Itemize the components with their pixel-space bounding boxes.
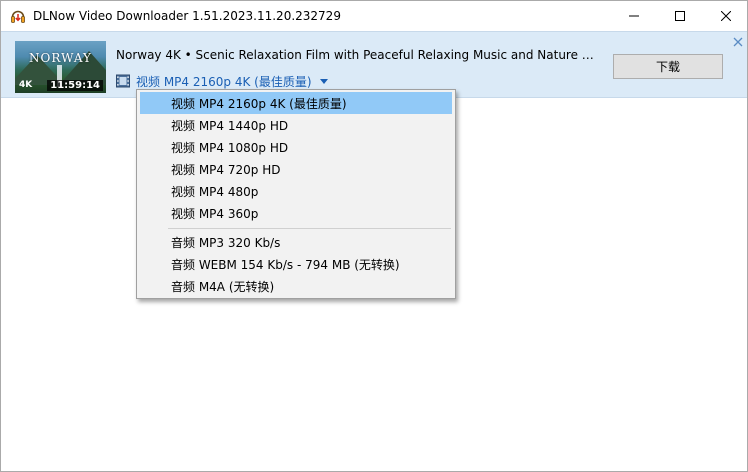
menu-item-video-2160p[interactable]: 视频 MP4 2160p 4K (最佳质量): [140, 92, 452, 114]
minimize-icon: [629, 15, 639, 17]
download-item: NORWAY 4K 11:59:14 Norway 4K • Scenic Re…: [1, 31, 747, 98]
close-icon: [721, 11, 731, 21]
minimize-button[interactable]: [611, 1, 657, 31]
app-window: DLNow Video Downloader 1.51.2023.11.20.2…: [0, 0, 748, 472]
thumbnail-duration: 11:59:14: [47, 80, 103, 91]
menu-item-audio-webm[interactable]: 音频 WEBM 154 Kb/s - 794 MB (无转换): [140, 253, 452, 275]
thumbnail-title: NORWAY: [29, 51, 92, 65]
download-button[interactable]: 下载: [613, 54, 723, 79]
menu-item-video-480p[interactable]: 视频 MP4 480p: [140, 180, 452, 202]
format-menu: 视频 MP4 2160p 4K (最佳质量) 视频 MP4 1440p HD 视…: [136, 89, 456, 299]
close-button[interactable]: [703, 1, 748, 31]
maximize-icon: [675, 11, 685, 21]
video-title: Norway 4K • Scenic Relaxation Film with …: [116, 48, 601, 62]
video-thumbnail[interactable]: NORWAY 4K 11:59:14: [15, 41, 106, 93]
film-icon: [116, 74, 130, 88]
menu-item-video-1080p[interactable]: 视频 MP4 1080p HD: [140, 136, 452, 158]
maximize-button[interactable]: [657, 1, 703, 31]
format-dropdown[interactable]: 视频 MP4 2160p 4K (最佳质量): [116, 72, 328, 90]
menu-item-video-360p[interactable]: 视频 MP4 360p: [140, 202, 452, 224]
chevron-down-icon: [319, 78, 328, 84]
window-title: DLNow Video Downloader 1.51.2023.11.20.2…: [33, 9, 341, 23]
menu-separator: [168, 228, 451, 229]
menu-item-audio-m4a[interactable]: 音频 M4A (无转换): [140, 275, 452, 297]
title-bar[interactable]: DLNow Video Downloader 1.51.2023.11.20.2…: [1, 1, 747, 31]
menu-item-video-1440p[interactable]: 视频 MP4 1440p HD: [140, 114, 452, 136]
headphones-download-icon: [11, 10, 25, 23]
menu-item-video-720p[interactable]: 视频 MP4 720p HD: [140, 158, 452, 180]
selected-format-label: 视频 MP4 2160p 4K (最佳质量): [136, 74, 312, 89]
close-item-icon[interactable]: [732, 36, 744, 48]
thumbnail-quality-badge: 4K: [19, 80, 33, 90]
menu-item-audio-mp3[interactable]: 音频 MP3 320 Kb/s: [140, 231, 452, 253]
